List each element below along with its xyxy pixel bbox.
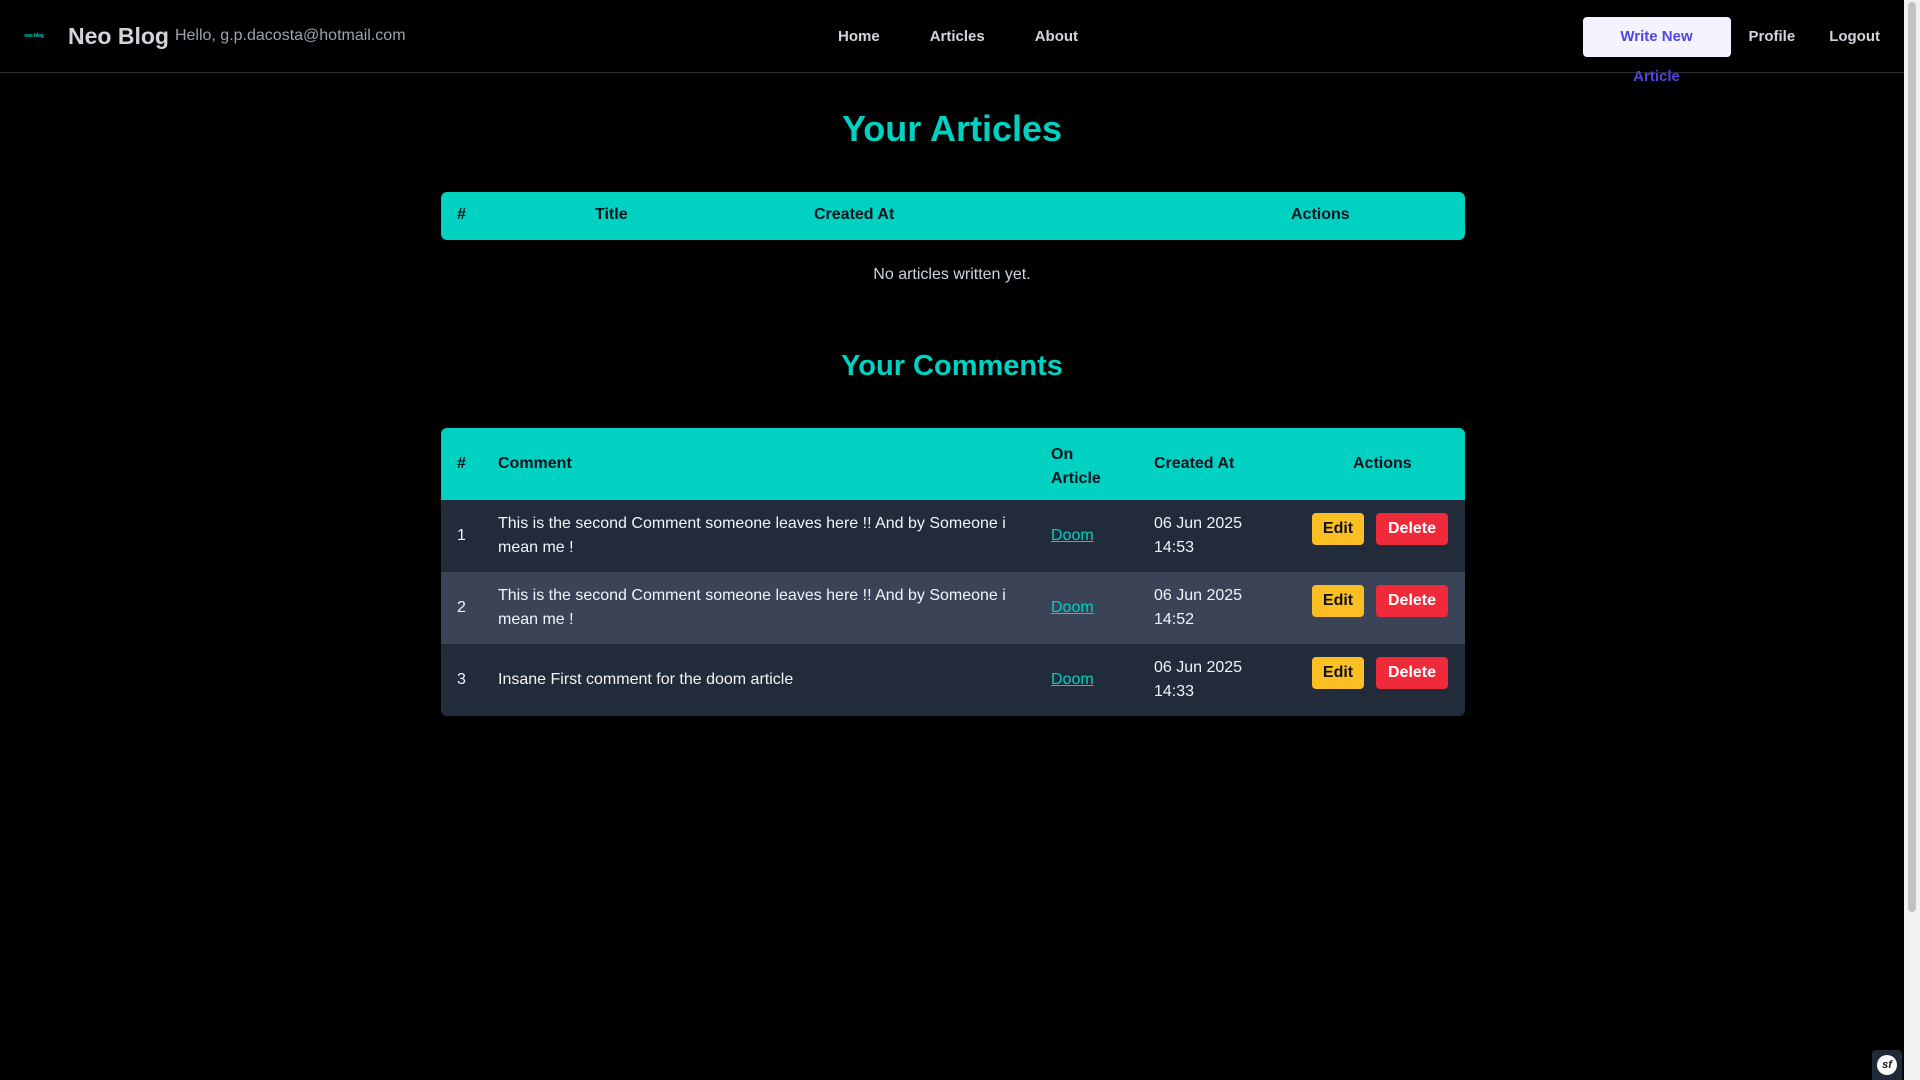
created-at: 06 Jun 2025 14:33 [1154, 659, 1243, 700]
brand[interactable]: neo blog Neo Blog Hello, g.p.dacosta@hot… [20, 23, 406, 50]
delete-button[interactable]: Delete [1376, 585, 1448, 617]
articles-section-title: Your Articles [841, 108, 1063, 149]
row-actions: Edit Delete [1312, 585, 1448, 617]
main-nav: Home Articles About [838, 0, 1128, 73]
nav-link-about[interactable]: About [1035, 28, 1078, 45]
nav-link-home[interactable]: Home [838, 28, 880, 45]
row-index: 3 [457, 671, 466, 688]
delete-button[interactable]: Delete [1376, 513, 1448, 545]
table-row: 1 This is the second Comment someone lea… [441, 500, 1465, 572]
scrollbar-thumb[interactable] [1908, 2, 1916, 912]
row-actions: Edit Delete [1312, 513, 1448, 545]
created-at: 06 Jun 2025 14:53 [1154, 515, 1243, 556]
row-index: 2 [457, 599, 466, 616]
articles-table-header: # Title Created At Actions [441, 192, 1465, 240]
column-header-actions: Actions [1291, 206, 1350, 223]
comment-text: This is the second Comment someone leave… [498, 515, 1006, 556]
column-header-index: # [457, 206, 466, 223]
symfony-toolbar-toggle[interactable]: sf [1872, 1050, 1902, 1080]
user-nav: Write New Article Profile Logout [1582, 0, 1880, 85]
column-header-actions: Actions [1353, 455, 1412, 472]
logo-icon[interactable]: neo blog [20, 31, 48, 41]
column-header-created-at: Created At [1154, 455, 1235, 472]
article-link[interactable]: Doom [1051, 599, 1094, 617]
delete-button[interactable]: Delete [1376, 657, 1448, 689]
articles-table: # Title Created At Actions [441, 192, 1465, 240]
comment-text: Insane First comment for the doom articl… [498, 671, 794, 688]
column-header-index: # [457, 455, 466, 472]
comments-table-header: # Comment On Article Created At Actions [441, 428, 1465, 500]
brand-name[interactable]: Neo Blog [68, 23, 169, 50]
table-row: 2 This is the second Comment someone lea… [441, 572, 1465, 644]
column-header-comment: Comment [498, 455, 572, 472]
article-link[interactable]: Doom [1051, 527, 1094, 545]
column-header-title: Title [595, 206, 628, 223]
table-row: 3 Insane First comment for the doom arti… [441, 644, 1465, 716]
profile-link[interactable]: Profile [1749, 28, 1796, 45]
row-actions: Edit Delete [1312, 657, 1448, 689]
column-header-created-at: Created At [814, 206, 895, 223]
user-greeting: Hello, g.p.dacosta@hotmail.com [174, 27, 406, 44]
symfony-icon: sf [1877, 1055, 1897, 1075]
comment-text: This is the second Comment someone leave… [498, 587, 1006, 628]
top-navbar: neo blog Neo Blog Hello, g.p.dacosta@hot… [0, 0, 1904, 85]
column-header-on-article: On Article [1051, 446, 1101, 487]
comments-section-title: Your Comments [841, 350, 1063, 382]
article-link[interactable]: Doom [1051, 671, 1094, 689]
empty-articles-message: No articles written yet. [873, 266, 1031, 283]
created-at: 06 Jun 2025 14:52 [1154, 587, 1243, 628]
edit-button[interactable]: Edit [1312, 585, 1364, 617]
edit-button[interactable]: Edit [1312, 657, 1364, 689]
edit-button[interactable]: Edit [1312, 513, 1364, 545]
page-scrollbar[interactable] [1904, 0, 1920, 1080]
logout-link[interactable]: Logout [1829, 28, 1880, 45]
write-new-article-button[interactable]: Write New Article [1582, 16, 1731, 85]
nav-link-articles[interactable]: Articles [930, 28, 985, 45]
comments-table: # Comment On Article Created At Actions … [441, 428, 1465, 716]
row-index: 1 [457, 527, 466, 544]
